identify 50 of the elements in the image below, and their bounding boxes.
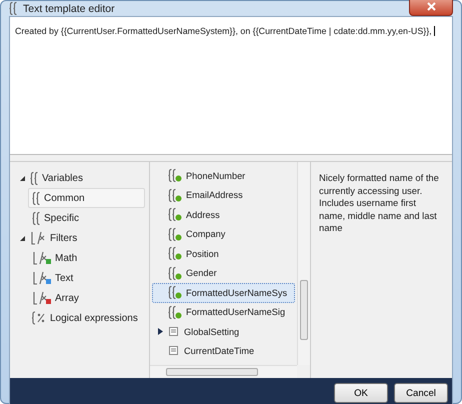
horizontal-scrollbar[interactable]	[150, 365, 297, 378]
variable-icon	[168, 188, 182, 202]
braces-icon	[32, 212, 40, 224]
variable-icon	[168, 306, 182, 319]
tree-item[interactable]: Variables	[14, 168, 145, 188]
variable-icon	[168, 266, 182, 280]
variable-item[interactable]: CurrentDateTime	[152, 342, 295, 361]
template-text: Created by {{CurrentUser.FormattedUserNameSystem}}, on {{CurrentDateTime | cdate:dd.mm.yy,en-US}},	[15, 26, 432, 36]
table-icon	[168, 345, 180, 358]
table-icon	[168, 326, 180, 338]
close-button[interactable]	[409, 0, 453, 16]
braces-icon	[30, 172, 38, 184]
variable-item[interactable]: PhoneNumber	[152, 166, 295, 186]
variable-item[interactable]: Company	[152, 224, 295, 244]
braces-icon	[9, 2, 17, 15]
tree-item[interactable]: Text	[28, 268, 145, 288]
tree-item[interactable]: Array	[28, 288, 145, 308]
template-editor[interactable]: Created by {{CurrentUser.FormattedUserNameSystem}}, on {{CurrentDateTime | cdate:dd.mm.yy,en-US}},	[10, 17, 452, 155]
variable-item[interactable]: Gender	[152, 264, 295, 283]
variable-item[interactable]: FormattedUserNameSys	[152, 283, 295, 302]
tree-item[interactable]: Common	[28, 188, 145, 208]
variable-item[interactable]: FormattedUserNameSig	[152, 302, 295, 322]
filter-icon	[32, 291, 48, 305]
collapse-arrow-icon[interactable]	[18, 234, 26, 242]
collapse-arrow-icon[interactable]	[18, 174, 26, 182]
dialog-button[interactable]: Cancel	[394, 383, 448, 403]
percent-braces-icon	[30, 311, 46, 325]
filter-icon	[30, 231, 46, 245]
variable-item[interactable]: EmailAddress	[152, 186, 295, 205]
variable-item[interactable]: Address	[152, 205, 295, 224]
variable-icon	[168, 169, 182, 182]
tree-item[interactable]: Logical expressions	[14, 308, 145, 328]
vertical-scrollbar[interactable]	[297, 162, 310, 365]
tree-item[interactable]: Filters	[14, 228, 145, 248]
expand-arrow-icon[interactable]	[156, 328, 164, 336]
description-text: Nicely formatted name of the currently accessing user. Includes username first name, middle name and last name	[319, 172, 440, 234]
tree-item[interactable]: Specific	[28, 208, 145, 228]
tree-item[interactable]: Math	[28, 248, 145, 268]
window-title: Text template editor	[23, 2, 115, 14]
dialog-button[interactable]: OK	[334, 383, 388, 403]
variable-icon	[168, 228, 182, 241]
variable-item[interactable]: Position	[152, 244, 295, 264]
variable-icon	[168, 286, 182, 300]
filter-icon	[32, 271, 48, 285]
variable-icon	[168, 247, 182, 260]
variable-icon	[168, 208, 182, 222]
braces-icon	[32, 192, 40, 204]
variable-item[interactable]: GlobalSetting	[152, 322, 295, 342]
close-icon	[426, 2, 436, 11]
filter-icon	[32, 251, 48, 265]
